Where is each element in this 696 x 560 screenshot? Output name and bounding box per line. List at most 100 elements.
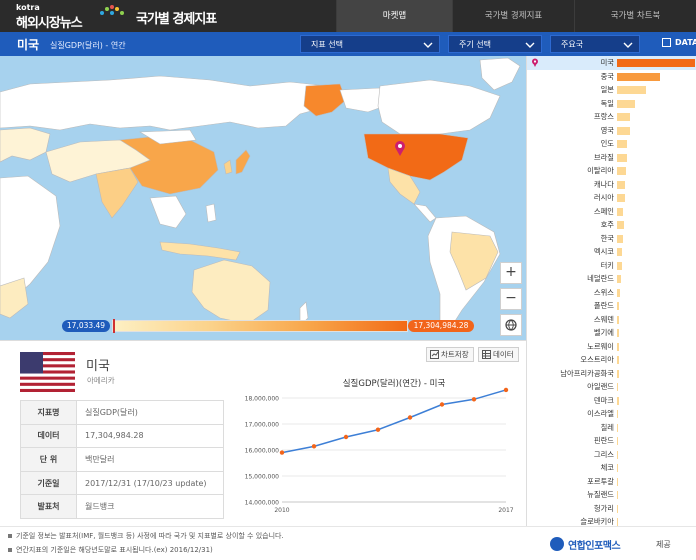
tab-market-map[interactable]: 마켓맵	[336, 0, 452, 32]
list-item[interactable]: 한국	[527, 232, 696, 246]
map-australia	[191, 259, 271, 325]
map-philippines	[205, 203, 217, 223]
table-row: 발표처 월드뱅크	[20, 494, 224, 519]
list-item[interactable]: 영국	[527, 124, 696, 138]
info-value: 실질GDP(달러)	[76, 400, 224, 425]
map-india	[95, 167, 139, 219]
list-item-bar	[617, 342, 620, 351]
list-item[interactable]: 네덜란드	[527, 272, 696, 286]
list-item[interactable]: 호주	[527, 218, 696, 232]
list-item-bar	[617, 99, 635, 108]
list-item[interactable]: 이스라엘	[527, 407, 696, 421]
list-item[interactable]: 노르웨이	[527, 340, 696, 354]
map-central-america	[413, 203, 437, 223]
chart-data-point	[343, 434, 349, 440]
list-item-bar	[617, 275, 622, 283]
list-item-label: 캐나다	[593, 179, 614, 189]
map-europe	[0, 127, 51, 163]
chart-data-point	[279, 450, 285, 455]
chart-x-tick-label: 2010	[274, 507, 289, 514]
list-item-label: 체코	[600, 463, 614, 472]
list-item-bar	[617, 302, 620, 310]
chart-data-point	[375, 427, 381, 432]
map-greenland	[479, 57, 521, 91]
list-item[interactable]: 스페인	[527, 205, 696, 219]
indicator-select-dropdown[interactable]: 지표 선택	[300, 35, 440, 53]
list-item[interactable]: 인도	[527, 137, 696, 151]
list-item[interactable]: 중국	[527, 70, 696, 84]
scale-max-label: 17,304,984.28	[408, 320, 474, 332]
world-map[interactable]: + −	[0, 56, 526, 340]
list-item[interactable]: 덴마크	[527, 394, 696, 408]
list-item-bar	[617, 464, 618, 472]
list-item[interactable]: 체코	[527, 461, 696, 475]
data-checkbox[interactable]	[662, 38, 671, 47]
data-checkbox-label[interactable]: DATA	[675, 38, 696, 47]
list-item[interactable]: 폴란드	[527, 299, 696, 313]
list-item[interactable]: 프랑스	[527, 110, 696, 124]
zoom-out-button[interactable]: −	[500, 288, 522, 310]
provider-suffix: 제공	[656, 540, 671, 549]
list-item[interactable]: 슬로바키아	[527, 515, 696, 526]
period-select-label: 주기 선택	[459, 40, 491, 49]
list-item[interactable]: 멕시코	[527, 245, 696, 259]
chart-y-tick-label: 17,000,000	[245, 422, 280, 429]
footer-note-1-text: 기준일 정보는 발표처(IMF, 월드뱅크 등) 사정에 따라 국가 및 지표별…	[16, 532, 284, 540]
list-item[interactable]: 스위스	[527, 286, 696, 300]
list-item[interactable]: 핀란드	[527, 434, 696, 448]
list-item[interactable]: 칠레	[527, 421, 696, 435]
list-item[interactable]: 터키	[527, 259, 696, 273]
data-button[interactable]: 데이터	[478, 347, 519, 362]
list-item-bar	[617, 180, 626, 189]
provider-logo-icon	[550, 537, 564, 551]
tab-country-chartbook[interactable]: 국가별 차트북	[574, 0, 696, 32]
list-item-label: 덴마크	[593, 395, 614, 405]
region-select-dropdown[interactable]: 주요국	[550, 35, 640, 53]
logo-main[interactable]: 해외시장뉴스	[16, 12, 83, 31]
list-item[interactable]: 포르투갈	[527, 475, 696, 489]
table-row: 단 위 백만달러	[20, 447, 224, 472]
chart-y-tick-label: 14,000,000	[245, 500, 280, 507]
list-item-label: 독일	[600, 98, 614, 108]
logo-kotra[interactable]: kotra	[16, 3, 40, 12]
list-item[interactable]: 러시아	[527, 191, 696, 205]
list-item-label: 이탈리아	[587, 166, 614, 175]
list-item[interactable]: 이탈리아	[527, 164, 696, 178]
zoom-in-button[interactable]: +	[500, 262, 522, 284]
list-item[interactable]: 뉴질랜드	[527, 488, 696, 502]
map-canada	[377, 79, 501, 135]
list-item-label: 러시아	[593, 193, 614, 202]
list-item-label: 스페인	[593, 206, 614, 216]
list-item-bar	[617, 288, 621, 297]
map-russia	[0, 75, 345, 131]
list-item[interactable]: 미국	[527, 56, 696, 70]
list-item[interactable]: 그리스	[527, 448, 696, 462]
list-item[interactable]: 벨기에	[527, 326, 696, 340]
list-item[interactable]: 브라질	[527, 151, 696, 165]
list-item[interactable]: 오스트리아	[527, 353, 696, 367]
list-item[interactable]: 독일	[527, 97, 696, 111]
footer-note-2: 연간지표의 기준일은 해당년도말로 표시됩니다.(ex) 2016/12/31)	[8, 545, 213, 555]
list-item[interactable]: 스웨덴	[527, 313, 696, 327]
list-item-bar	[617, 356, 619, 364]
table-row: 데이터 17,304,984.28	[20, 423, 224, 449]
list-item-label: 스위스	[593, 287, 614, 297]
list-item-label: 한국	[600, 233, 614, 243]
list-item[interactable]: 일본	[527, 83, 696, 97]
tab-country-indicators[interactable]: 국가별 경제지표	[452, 0, 574, 32]
list-item-bar	[617, 491, 618, 499]
list-item[interactable]: 남아프리카공화국	[527, 367, 696, 381]
period-select-dropdown[interactable]: 주기 선택	[448, 35, 542, 53]
save-chart-label: 차트저장	[441, 350, 469, 359]
map-usa	[363, 133, 469, 181]
list-item[interactable]: 캐나다	[527, 178, 696, 192]
list-item-label: 노르웨이	[587, 341, 614, 351]
table-icon	[482, 350, 491, 359]
list-item-bar	[617, 59, 695, 67]
save-chart-button[interactable]: 차트저장	[426, 347, 474, 362]
list-item[interactable]: 헝가리	[527, 502, 696, 516]
list-item-label: 네덜란드	[587, 274, 614, 283]
globe-reset-button[interactable]	[500, 314, 522, 336]
region-select-label: 주요국	[561, 40, 584, 49]
list-item[interactable]: 아일랜드	[527, 380, 696, 394]
